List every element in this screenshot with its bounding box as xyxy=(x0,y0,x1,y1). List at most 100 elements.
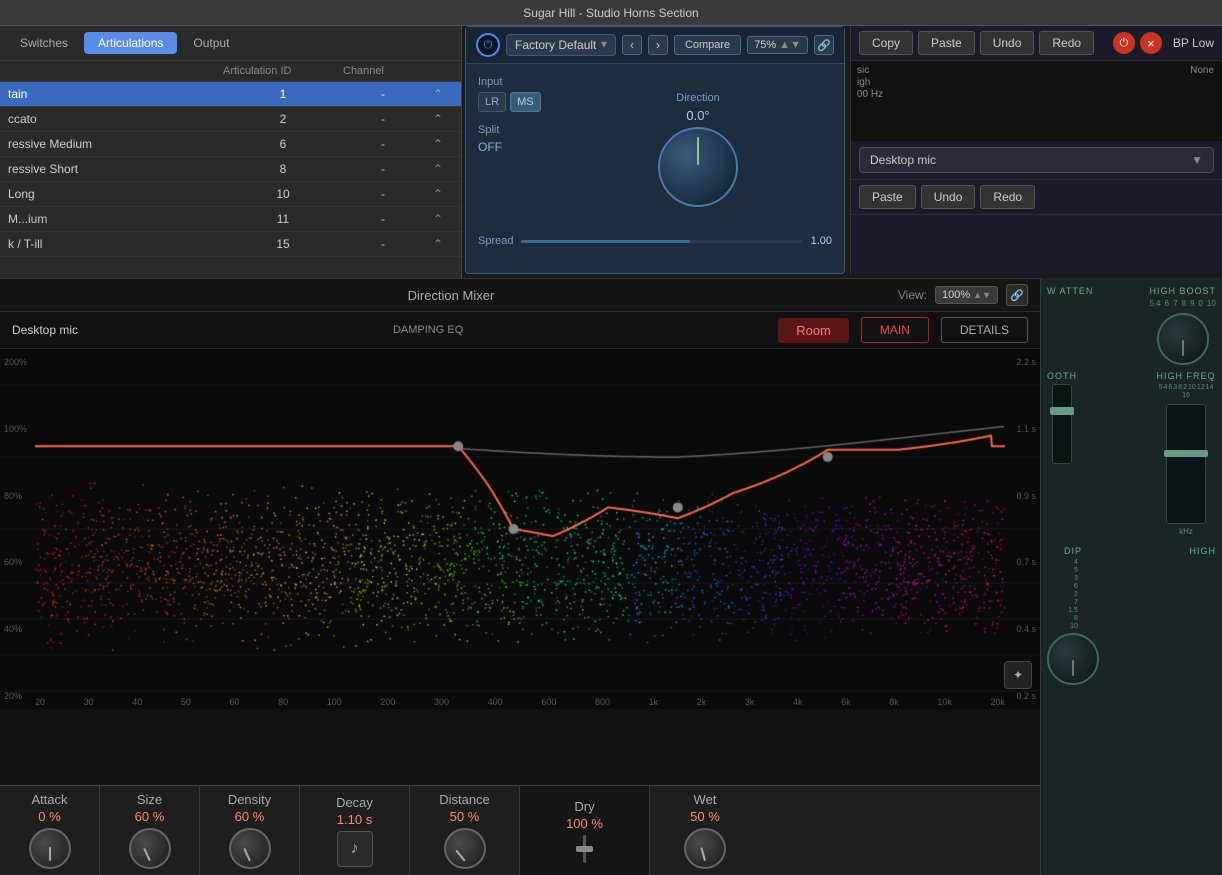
decay-label: Decay xyxy=(336,795,373,810)
high2-title: HIGH xyxy=(1190,546,1217,556)
table-body: tain 1 - ⌃ ccato 2 - ⌃ ressive Medium 6 … xyxy=(0,82,461,257)
high-freq-title: HIGH FREQ xyxy=(1156,371,1215,381)
tab-switches[interactable]: Switches xyxy=(8,32,80,54)
dir-preset-display: Factory Default ▼ xyxy=(506,34,616,56)
smooth-section: OOTH xyxy=(1047,371,1077,464)
decay-value: 1.10 s xyxy=(337,812,372,827)
tr-redo-button[interactable]: Redo xyxy=(1039,31,1094,55)
link-button[interactable]: 🔗 xyxy=(814,35,834,55)
size-value: 60 % xyxy=(135,809,165,824)
high-freq-knob[interactable] xyxy=(1166,404,1206,524)
tr2-paste-button[interactable]: Paste xyxy=(859,185,916,209)
desktop-mic-label: Desktop mic xyxy=(12,323,78,337)
attack-knob[interactable] xyxy=(29,828,71,869)
dir-power-button[interactable]: ⏻ xyxy=(476,33,500,57)
smooth-knob[interactable] xyxy=(1052,384,1072,464)
room-panel-title: Direction Mixer xyxy=(12,288,890,303)
size-group: Size 60 % xyxy=(100,786,200,875)
high-boost-title: HIGH BOOST xyxy=(1149,286,1216,296)
desktop-mic-dropdown[interactable]: Desktop mic ▼ xyxy=(859,147,1214,173)
attack-label: Attack xyxy=(31,792,67,807)
dry-value: 100 % xyxy=(566,816,603,831)
tr-graph-area: sic igh 00 Hz None xyxy=(851,61,1222,141)
wet-label: Wet xyxy=(694,792,717,807)
split-value: OFF xyxy=(478,140,548,154)
spread-text: Spread xyxy=(478,235,513,247)
direction-mixer-panel: ⏻ Factory Default ▼ ‹ › Compare 75% ▲▼ 🔗… xyxy=(465,26,845,274)
distance-group: Distance 50 % xyxy=(410,786,520,875)
music-icon[interactable]: ♪ xyxy=(337,831,373,867)
wet-value: 50 % xyxy=(690,809,720,824)
density-group: Density 60 % xyxy=(200,786,300,875)
high2-section: HIGH xyxy=(1190,546,1217,556)
right-side-panel: W ATTEN HIGH BOOST 5 4 6 7 8 9 0 10 OOTH xyxy=(1040,278,1222,875)
bottom-params-bar: Attack 0 % Size 60 % Density 60 % Decay … xyxy=(0,785,1040,875)
density-value: 60 % xyxy=(235,809,265,824)
room-tab[interactable]: Room xyxy=(778,318,849,343)
distance-knob[interactable] xyxy=(444,828,486,869)
dry-label: Dry xyxy=(574,799,594,814)
tr-paste-button[interactable]: Paste xyxy=(918,31,975,55)
dir-next-button[interactable]: › xyxy=(648,35,668,55)
lr-button[interactable]: LR xyxy=(478,92,506,112)
distance-label: Distance xyxy=(439,792,490,807)
eq-graph: 200% 100% 80% 60% 40% 20% 2.2 s 1.1 s 0.… xyxy=(0,349,1040,709)
dir-compare-button[interactable]: Compare xyxy=(674,35,741,55)
view-select[interactable]: 100% ▲▼ xyxy=(935,286,998,304)
decay-group: Decay 1.10 s ♪ xyxy=(300,786,410,875)
table-row[interactable]: Long 10 - ⌃ xyxy=(0,182,461,207)
dry-fader[interactable] xyxy=(583,835,586,863)
high-freq-section: HIGH FREQ 5 4 6 3 8 2 10 12 14 16 kHz xyxy=(1156,371,1216,536)
size-label: Size xyxy=(137,792,162,807)
wet-knob[interactable] xyxy=(684,828,726,869)
direction-knob[interactable] xyxy=(658,127,738,207)
direction-label: Direction xyxy=(676,92,719,104)
ms-button[interactable]: MS xyxy=(510,92,541,112)
tr2-redo-button[interactable]: Redo xyxy=(980,185,1035,209)
tab-output[interactable]: Output xyxy=(181,32,241,54)
close-icon[interactable]: × xyxy=(1140,32,1162,54)
table-row[interactable]: k / T-ill 15 - ⌃ xyxy=(0,232,461,257)
direction-value: 0.0° xyxy=(686,108,709,123)
high-boost-knob[interactable] xyxy=(1157,313,1209,365)
attack-group: Attack 0 % xyxy=(0,786,100,875)
col-articulation-id: Articulation ID xyxy=(223,65,343,77)
dip-section: DIP 4 5 3 6 2 7 1.5 8 10 xyxy=(1047,546,1099,685)
table-row[interactable]: tain 1 - ⌃ xyxy=(0,82,461,107)
window-title: Sugar Hill - Studio Horns Section xyxy=(523,6,698,20)
tab-articulations[interactable]: Articulations xyxy=(84,32,177,54)
table-row[interactable]: M...ium 11 - ⌃ xyxy=(0,207,461,232)
tr2-undo-button[interactable]: Undo xyxy=(921,185,976,209)
spread-value: 1.00 xyxy=(811,235,832,247)
size-knob[interactable] xyxy=(129,828,171,869)
table-row[interactable]: ccato 2 - ⌃ xyxy=(0,107,461,132)
wet-group: Wet 50 % xyxy=(650,786,760,875)
density-label: Density xyxy=(228,792,271,807)
dry-group: Dry 100 % xyxy=(520,786,650,875)
tr-undo-button[interactable]: Undo xyxy=(980,31,1035,55)
dir-prev-button[interactable]: ‹ xyxy=(622,35,642,55)
bp-low-label: BP Low xyxy=(1173,36,1214,50)
tab-bar: Switches Articulations Output xyxy=(0,26,461,61)
high-freq-unit: kHz xyxy=(1179,527,1193,536)
table-header: Articulation ID Channel xyxy=(0,61,461,82)
damping-eq-label: DAMPING EQ xyxy=(393,324,463,336)
density-knob[interactable] xyxy=(229,828,271,869)
distance-value: 50 % xyxy=(450,809,480,824)
table-row[interactable]: ressive Medium 6 - ⌃ xyxy=(0,132,461,157)
top-right-panel: Copy Paste Undo Redo ⏻ × BP Low sic igh … xyxy=(850,26,1222,274)
tr-copy-button[interactable]: Copy xyxy=(859,31,913,55)
zoom-display: 75% ▲▼ xyxy=(747,36,808,54)
low-atten-title: W ATTEN xyxy=(1047,286,1093,296)
link2-button[interactable]: 🔗 xyxy=(1006,284,1028,306)
main-tab[interactable]: MAIN xyxy=(861,317,929,343)
smooth-title: OOTH xyxy=(1047,371,1077,381)
eq-canvas xyxy=(0,349,1040,709)
high-boost-section: HIGH BOOST 5 4 6 7 8 9 0 10 xyxy=(1149,286,1216,365)
tr-power2-icon[interactable]: ⏻ xyxy=(1113,32,1135,54)
table-row[interactable]: ressive Short 8 - ⌃ xyxy=(0,157,461,182)
details-tab[interactable]: DETAILS xyxy=(941,317,1028,343)
dip-knob[interactable] xyxy=(1047,633,1099,685)
split-label: Split xyxy=(478,124,548,136)
dip-title: DIP xyxy=(1064,546,1082,556)
